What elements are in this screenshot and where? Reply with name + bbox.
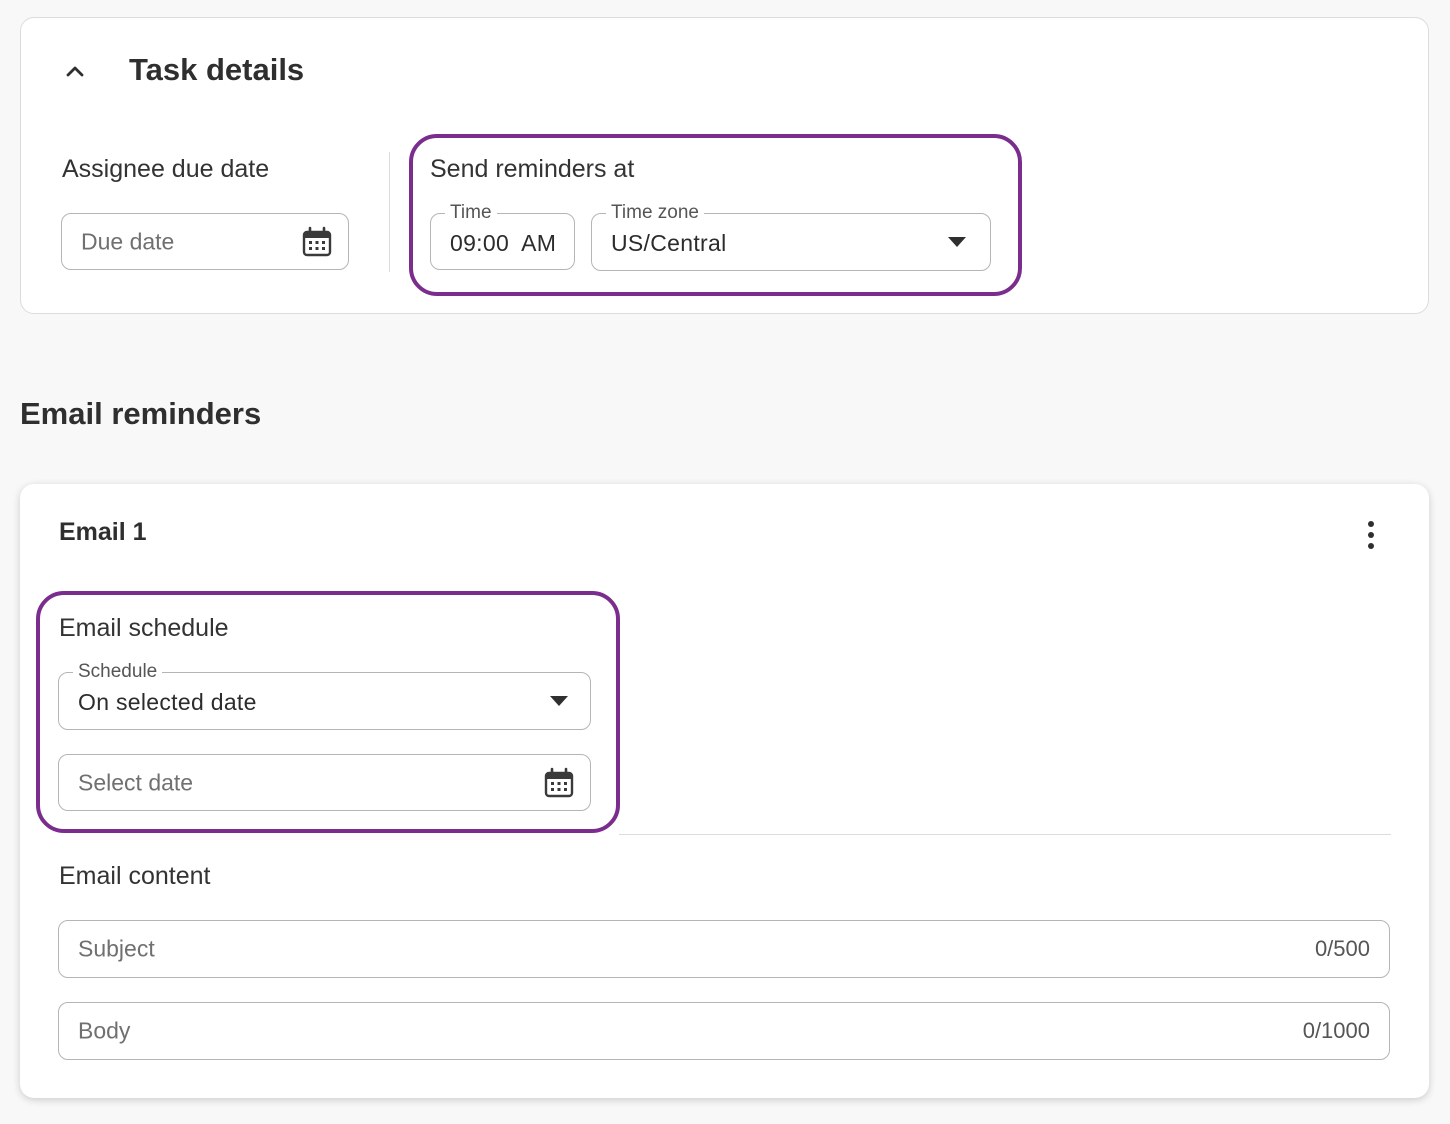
more-vertical-icon[interactable] — [1362, 519, 1380, 551]
email-content-label: Email content — [59, 862, 211, 890]
body-char-counter: 0/1000 — [1302, 1018, 1370, 1043]
caret-down-icon[interactable] — [550, 696, 568, 706]
caret-down-icon[interactable] — [948, 237, 966, 247]
schedule-value: On selected date — [78, 688, 257, 715]
calendar-icon[interactable] — [543, 767, 575, 799]
select-date-placeholder: Select date — [78, 769, 194, 795]
assignee-due-date-label: Assignee due date — [62, 155, 270, 183]
subject-input[interactable]: Subject 0/500 — [58, 920, 1390, 978]
task-details-title: Task details — [129, 52, 305, 87]
schedule-legend: Schedule — [73, 661, 163, 683]
due-date-input[interactable]: Due date — [61, 213, 349, 270]
select-date-input[interactable]: Select date — [58, 754, 591, 811]
horizontal-divider — [619, 834, 1391, 835]
email-schedule-label: Email schedule — [59, 614, 229, 642]
chevron-up-icon[interactable] — [62, 58, 88, 84]
body-input[interactable]: Body 0/1000 — [58, 1002, 1390, 1060]
time-zone-legend: Time zone — [606, 202, 704, 224]
subject-char-counter: 0/500 — [1314, 936, 1370, 961]
schedule-select[interactable]: Schedule On selected date — [58, 661, 591, 730]
time-input[interactable]: Time 09:00 AM — [430, 202, 575, 270]
time-zone-select[interactable]: Time zone US/Central — [591, 202, 991, 271]
time-value: 09:00 AM — [450, 229, 557, 256]
email-reminders-heading: Email reminders — [20, 396, 262, 431]
time-legend: Time — [445, 202, 497, 224]
body-placeholder: Body — [78, 1017, 131, 1044]
calendar-icon[interactable] — [301, 226, 333, 258]
subject-placeholder: Subject — [78, 935, 155, 962]
send-reminders-label: Send reminders at — [430, 155, 635, 183]
email-title: Email 1 — [59, 518, 147, 546]
time-zone-value: US/Central — [611, 229, 727, 256]
due-date-placeholder: Due date — [81, 228, 175, 254]
vertical-divider — [389, 152, 390, 272]
